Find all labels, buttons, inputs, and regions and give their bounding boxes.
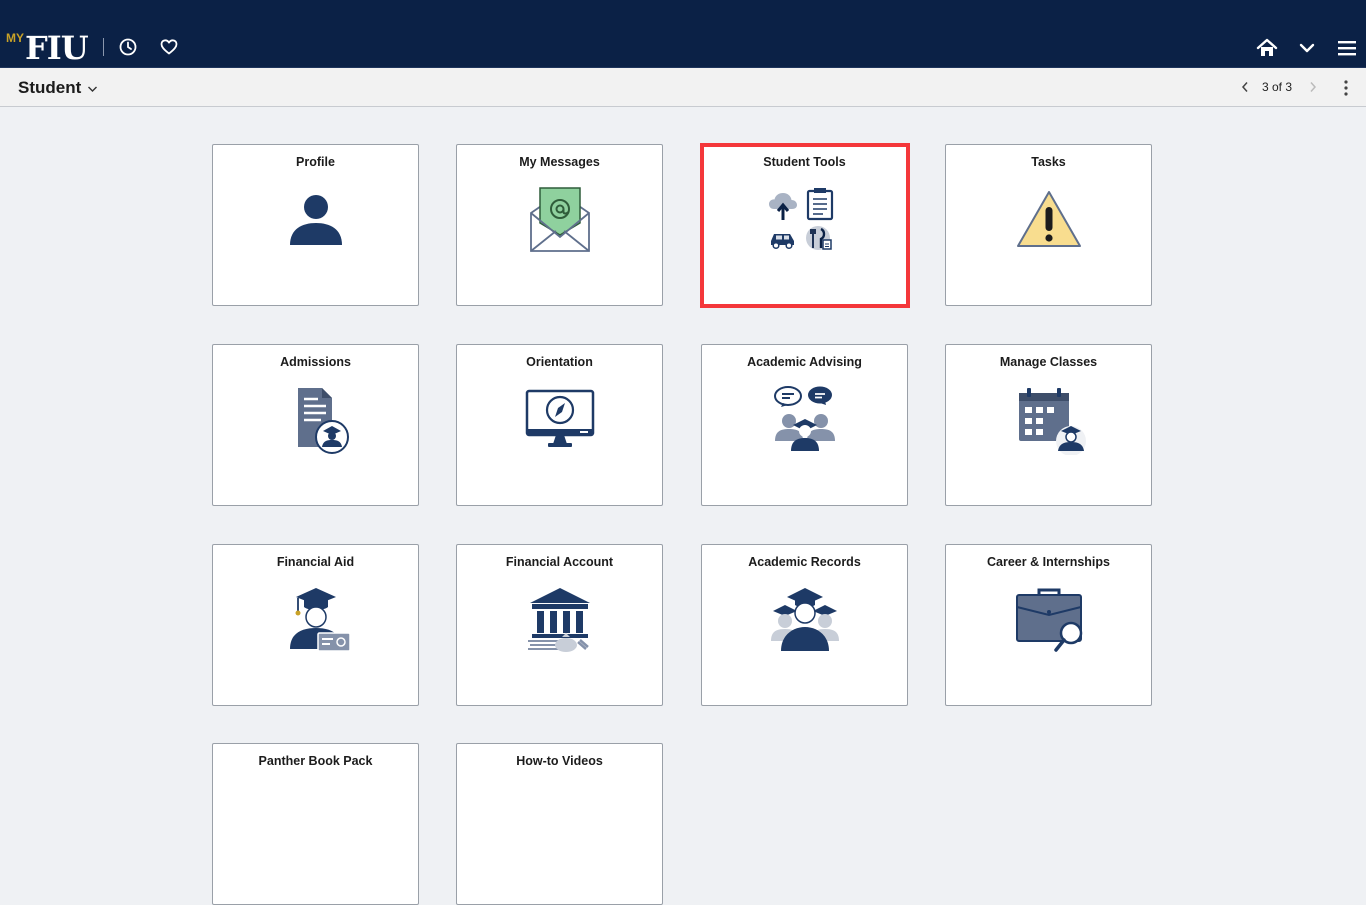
tile-profile[interactable]: Profile — [212, 144, 419, 306]
chevron-down-icon[interactable] — [1294, 35, 1320, 61]
logo-my-text: MY — [6, 31, 24, 45]
tile-label: Academic Advising — [747, 355, 862, 369]
advising-icon — [773, 386, 835, 451]
calendar-icon — [1018, 388, 1086, 455]
tile-label: Student Tools — [763, 155, 846, 169]
tile-academic-records[interactable]: Academic Records — [701, 544, 908, 706]
bank-icon — [527, 588, 590, 652]
tile-label: Orientation — [526, 355, 593, 369]
tile-admissions[interactable]: Admissions — [212, 344, 419, 506]
tile-orientation[interactable]: Orientation — [456, 344, 663, 506]
tile-label: My Messages — [519, 155, 600, 169]
next-page-icon[interactable] — [1306, 79, 1320, 95]
hamburger-menu-icon[interactable] — [1334, 35, 1360, 61]
logo-divider — [103, 38, 104, 56]
tile-how-to-videos[interactable]: How-to Videos — [456, 743, 663, 905]
document-icon — [297, 388, 349, 454]
tile-financial-account[interactable]: Financial Account — [456, 544, 663, 706]
page-title: Student — [18, 78, 82, 97]
tools-icon — [768, 188, 833, 250]
graduates-icon — [770, 588, 839, 651]
tile-label: Profile — [296, 155, 335, 169]
chevron-down-icon — [87, 78, 98, 98]
home-icon[interactable] — [1254, 35, 1280, 61]
envelope-icon — [529, 187, 590, 252]
tile-label: Academic Records — [748, 555, 861, 569]
person-icon — [289, 195, 342, 245]
page-title-dropdown[interactable]: Student — [18, 78, 98, 98]
myfiu-logo[interactable]: MY FIU — [6, 29, 89, 67]
previous-page-icon[interactable] — [1238, 79, 1252, 95]
top-navbar: MY FIU — [0, 0, 1366, 68]
warning-icon — [1016, 191, 1081, 247]
tile-tasks[interactable]: Tasks — [945, 144, 1152, 306]
tile-career-internships[interactable]: Career & Internships — [945, 544, 1152, 706]
tile-label: How-to Videos — [516, 754, 603, 768]
monitor-compass-icon — [525, 389, 594, 447]
graduate-card-icon — [289, 588, 351, 652]
pager-text: 3 of 3 — [1262, 80, 1293, 94]
tile-label: Admissions — [280, 355, 351, 369]
recent-history-icon[interactable] — [115, 34, 141, 60]
tile-label: Panther Book Pack — [258, 754, 373, 768]
page-pager: 3 of 3 — [1238, 79, 1320, 95]
tile-label: Career & Internships — [987, 555, 1110, 569]
page-header-bar: Student 3 of 3 — [0, 68, 1366, 107]
tile-financial-aid[interactable]: Financial Aid — [212, 544, 419, 706]
tile-my-messages[interactable]: My Messages — [456, 144, 663, 306]
tile-manage-classes[interactable]: Manage Classes — [945, 344, 1152, 506]
tile-student-tools[interactable]: Student Tools — [701, 144, 908, 306]
tile-panther-book-pack[interactable]: Panther Book Pack — [212, 743, 419, 905]
logo-fiu-text: FIU — [25, 29, 89, 67]
favorites-heart-icon[interactable] — [156, 34, 182, 60]
more-options-icon[interactable] — [1338, 78, 1354, 98]
tile-academic-advising[interactable]: Academic Advising — [701, 344, 908, 506]
briefcase-icon — [1015, 588, 1082, 652]
tile-label: Tasks — [1031, 155, 1066, 169]
tile-label: Financial Aid — [276, 555, 355, 569]
tile-label: Manage Classes — [999, 355, 1098, 369]
tile-label: Financial Account — [505, 555, 614, 569]
